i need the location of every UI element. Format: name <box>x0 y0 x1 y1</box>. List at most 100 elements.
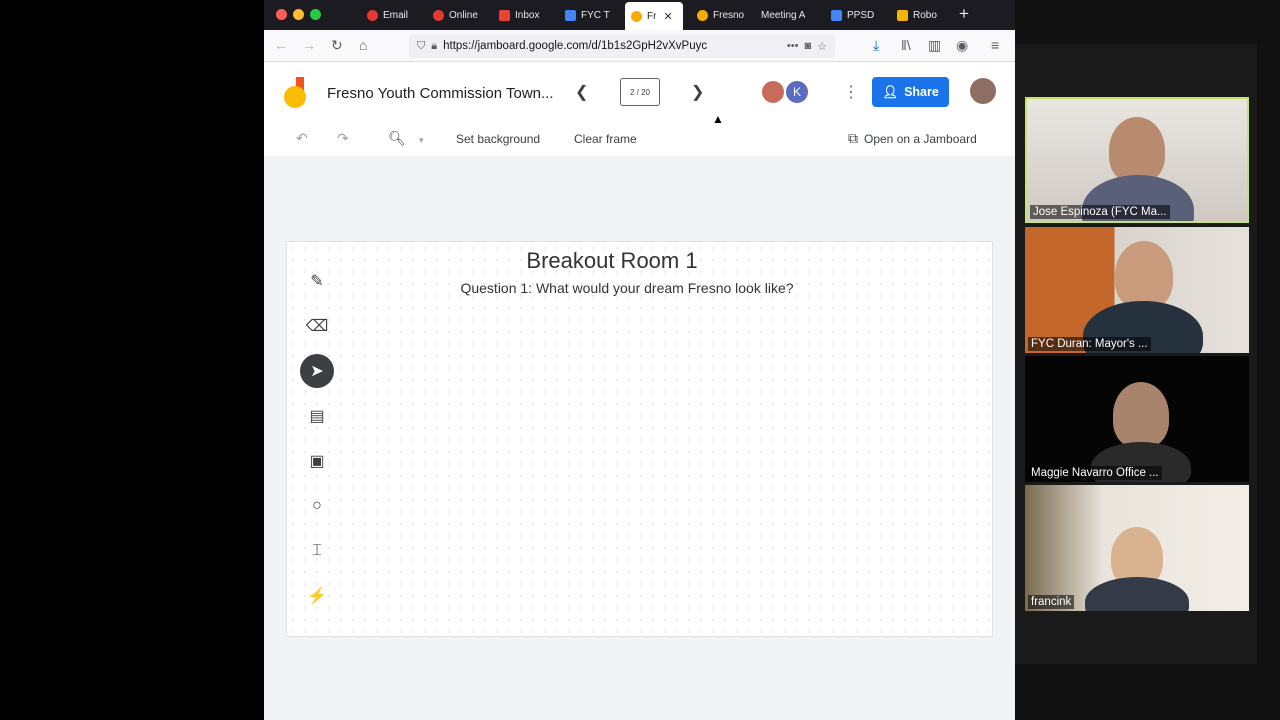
mouse-cursor-icon: ▲ <box>712 112 724 126</box>
user-account-avatar[interactable] <box>970 78 996 104</box>
collaborator-avatar-k[interactable]: K <box>784 79 810 105</box>
back-arrow-icon[interactable]: ← <box>274 37 288 53</box>
image-icon[interactable]: ▣ <box>300 444 334 478</box>
next-frame-chevron-icon[interactable]: ❯ <box>691 82 704 102</box>
tab-favicon-icon <box>433 9 444 21</box>
close-window-button[interactable] <box>276 9 287 20</box>
sidebar-icon[interactable]: ▥ <box>928 37 941 54</box>
participant-video <box>1109 117 1165 183</box>
text-box-icon[interactable]: ⌶ <box>300 534 334 568</box>
shield-icon: ⛉ <box>417 39 426 52</box>
tab-label: PPSD <box>847 9 875 21</box>
tab-label: Fr <box>647 10 657 22</box>
frame-question[interactable]: Question 1: What would your dream Fresno… <box>287 280 967 296</box>
open-on-jamboard-label: Open on a Jamboard <box>864 131 977 146</box>
cast-screen-icon: ⧉ <box>848 130 858 146</box>
avatar-initial: K <box>792 85 801 99</box>
reload-icon[interactable]: ↻ <box>331 37 343 54</box>
account-icon[interactable]: ◉ <box>956 37 968 54</box>
forward-arrow-icon[interactable]: → <box>302 37 316 53</box>
participant-tile-maggie[interactable]: Maggie Navarro Office ... <box>1025 356 1249 482</box>
collaborator-avatar[interactable] <box>760 79 786 105</box>
tab-robo[interactable]: Robo <box>891 3 949 27</box>
person-add-icon: 👤︎ <box>882 84 899 99</box>
select-arrow-icon[interactable]: ➤ <box>300 354 334 388</box>
page-actions-icon[interactable]: ••• <box>787 40 799 52</box>
frame-counter: 2 / 20 <box>629 87 650 97</box>
tab-inbox[interactable]: Inbox <box>493 3 553 27</box>
home-icon[interactable]: ⌂ <box>359 37 367 53</box>
jamboard-favicon-icon <box>631 10 642 22</box>
browser-window: Email Online Inbox FYC T Fr ✕ Fresno Mee… <box>264 0 1015 720</box>
tab-ppsd[interactable]: PPSD <box>825 3 885 27</box>
participant-video <box>1085 577 1189 611</box>
participant-video <box>1113 382 1169 448</box>
jamboard-logo-icon[interactable] <box>283 77 309 109</box>
participant-name: francink <box>1028 595 1075 609</box>
slides-icon <box>897 9 908 21</box>
clear-frame-button[interactable]: Clear frame <box>574 132 637 146</box>
tab-jamboard-active[interactable]: Fr ✕ <box>625 2 683 30</box>
pen-icon[interactable]: ✎ <box>300 264 334 298</box>
tab-label: Online <box>449 9 478 21</box>
tab-label: Fresno <box>713 9 745 21</box>
undo-icon[interactable]: ↶ <box>296 130 308 147</box>
jamboard-favicon-icon <box>697 9 708 21</box>
mail-icon <box>499 9 510 21</box>
open-on-jamboard-button[interactable]: ⧉ Open on a Jamboard <box>848 130 977 147</box>
tab-bar: Email Online Inbox FYC T Fr ✕ Fresno Mee… <box>264 0 1015 30</box>
screen: Email Online Inbox FYC T Fr ✕ Fresno Mee… <box>0 0 1280 720</box>
circle-shape-icon[interactable]: ○ <box>300 489 334 523</box>
canvas-area: Breakout Room 1 Question 1: What would y… <box>264 156 1015 720</box>
laser-icon[interactable]: ⚡ <box>300 579 334 613</box>
bookmark-star-icon[interactable]: ☆ <box>817 40 827 53</box>
library-icon[interactable]: ‖\ <box>901 37 911 53</box>
tab-label: Meeting A <box>761 9 806 21</box>
pocket-icon[interactable]: ◙ <box>804 40 811 52</box>
download-icon[interactable]: ⤓ <box>873 37 879 54</box>
tab-label: Inbox <box>515 9 540 21</box>
jamboard-toolbar: ↶ ↷ 🔍︎ ▾ Set background Clear frame ⧉ Op… <box>264 122 1015 156</box>
jam-title[interactable]: Fresno Youth Commission Town... <box>327 85 554 102</box>
participant-tile-duran[interactable]: FYC Duran: Mayor's ... <box>1025 227 1249 353</box>
tab-online[interactable]: Online <box>427 3 487 27</box>
sticky-note-icon[interactable]: ▤ <box>300 399 334 433</box>
url-text: https://jamboard.google.com/d/1b1s2GpH2v… <box>443 40 708 52</box>
video-gallery: Jose Espinoza (FYC Ma... FYC Duran: Mayo… <box>1015 0 1280 720</box>
docs-icon <box>831 9 842 21</box>
share-button[interactable]: 👤︎ Share <box>872 77 949 107</box>
minimize-window-button[interactable] <box>293 9 304 20</box>
tab-favicon-icon <box>367 9 378 21</box>
zoom-dropdown-chevron-icon[interactable]: ▾ <box>419 135 424 146</box>
participant-video <box>1115 241 1173 309</box>
tab-fresno[interactable]: Fresno <box>691 3 751 27</box>
tab-label: Robo <box>913 9 937 21</box>
new-tab-plus-icon[interactable]: + <box>959 4 969 24</box>
jam-frame[interactable]: Breakout Room 1 Question 1: What would y… <box>286 241 993 637</box>
set-background-button[interactable]: Set background <box>456 132 540 146</box>
menu-hamburger-icon[interactable]: ≡ <box>991 37 999 53</box>
tab-label: Email <box>383 9 409 21</box>
tab-meeting[interactable]: Meeting A <box>755 3 821 27</box>
participant-tile-francink[interactable]: francink <box>1025 485 1249 611</box>
participant-name: Jose Espinoza (FYC Ma... <box>1030 205 1170 219</box>
tab-email[interactable]: Email <box>361 3 421 27</box>
participant-name: Maggie Navarro Office ... <box>1028 466 1162 480</box>
lock-icon: 🔒︎ <box>431 39 438 52</box>
more-options-icon[interactable]: ⋮ <box>843 82 859 102</box>
tab-fyc[interactable]: FYC T <box>559 3 619 27</box>
participant-tile-jose[interactable]: Jose Espinoza (FYC Ma... <box>1025 97 1249 223</box>
previous-frame-chevron-icon[interactable]: ❮ <box>575 82 588 102</box>
zoom-window-button[interactable] <box>310 9 321 20</box>
close-tab-icon[interactable]: ✕ <box>663 10 672 23</box>
navigation-bar: ← → ↻ ⌂ ⛉ 🔒︎ https://jamboard.google.com… <box>264 30 1015 62</box>
frame-bar-button[interactable]: 2 / 20 <box>620 78 660 106</box>
docs-icon <box>565 9 576 21</box>
redo-icon[interactable]: ↷ <box>337 130 349 147</box>
tab-label: FYC T <box>581 9 610 21</box>
frame-title[interactable]: Breakout Room 1 <box>287 248 937 274</box>
url-bar[interactable]: ⛉ 🔒︎ https://jamboard.google.com/d/1b1s2… <box>409 34 835 58</box>
jamboard-header: Fresno Youth Commission Town... ❮ 2 / 20… <box>264 62 1015 122</box>
eraser-icon[interactable]: ⌫ <box>300 309 334 343</box>
zoom-icon[interactable]: 🔍︎ <box>388 130 406 147</box>
